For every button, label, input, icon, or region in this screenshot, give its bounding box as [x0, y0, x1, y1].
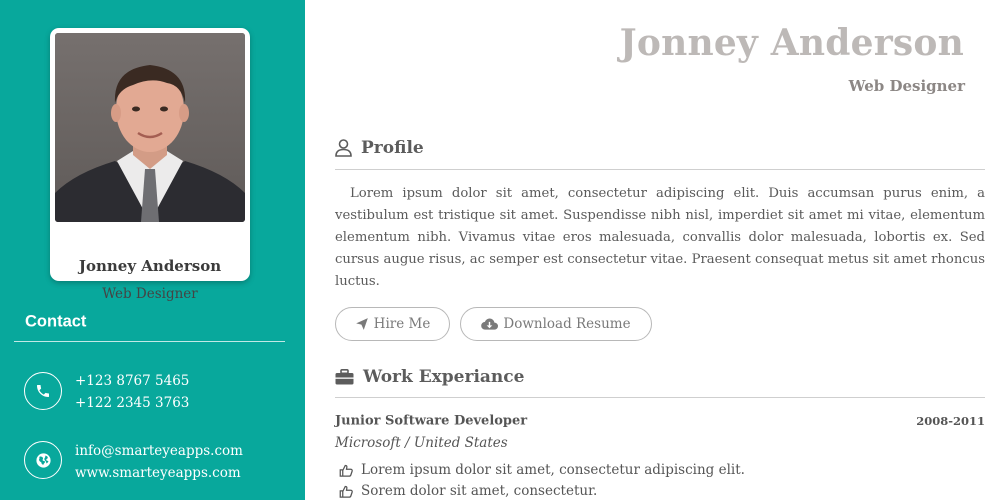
paper-plane-icon	[355, 318, 368, 330]
download-resume-button[interactable]: Download Resume	[460, 307, 652, 341]
email-link[interactable]: info@smarteyeapps.com	[75, 440, 243, 462]
website-link[interactable]: www.smarteyeapps.com	[75, 462, 243, 484]
card-name: Jonney Anderson	[78, 257, 222, 275]
briefcase-icon	[335, 369, 354, 385]
main-content: Jonney Anderson Web Designer Profile Lor…	[305, 0, 1000, 500]
thumbs-up-icon	[339, 464, 353, 477]
job-company: Microsoft / United States	[335, 435, 508, 451]
hire-me-label: Hire Me	[373, 316, 431, 332]
profile-text: Lorem ipsum dolor sit amet, consectetur …	[335, 186, 985, 289]
cloud-download-icon	[481, 318, 499, 330]
user-icon	[335, 139, 352, 157]
header-title: Web Designer	[848, 77, 965, 95]
download-resume-label: Download Resume	[503, 316, 631, 332]
phone-numbers: +123 8767 5465 +122 2345 3763	[75, 370, 189, 414]
phone-1[interactable]: +123 8767 5465	[75, 370, 189, 392]
list-item: Lorem ipsum dolor sit amet, consectetur …	[339, 462, 745, 478]
job-bullet-text: Sorem dolor sit amet, consectetur.	[361, 483, 598, 499]
job-title: Junior Software Developer	[335, 413, 528, 429]
profile-divider	[335, 169, 985, 170]
job-bullet-text: Lorem ipsum dolor sit amet, consectetur …	[361, 462, 745, 478]
sidebar: Jonney Anderson Web Designer Contact +12…	[0, 0, 305, 500]
contact-heading: Contact	[25, 312, 87, 331]
web-contacts: info@smarteyeapps.com www.smarteyeapps.c…	[75, 440, 243, 484]
profile-card: Jonney Anderson Web Designer	[50, 28, 250, 302]
list-item: Sorem dolor sit amet, consectetur.	[339, 483, 597, 499]
work-heading-label: Work Experiance	[363, 367, 525, 387]
header-name: Jonney Anderson	[619, 22, 964, 64]
job-dates: 2008-2011	[916, 414, 985, 428]
profile-heading-label: Profile	[361, 138, 424, 158]
thumbs-up-icon	[339, 485, 353, 498]
card-title: Web Designer	[102, 286, 198, 302]
phone-2[interactable]: +122 2345 3763	[75, 392, 189, 414]
profile-photo	[55, 33, 245, 222]
work-heading: Work Experiance	[335, 367, 524, 387]
work-divider	[335, 397, 985, 398]
globe-icon	[24, 441, 62, 479]
profile-heading: Profile	[335, 138, 424, 158]
phone-icon	[24, 372, 62, 410]
hire-me-button[interactable]: Hire Me	[335, 307, 450, 341]
contact-divider	[14, 341, 285, 342]
